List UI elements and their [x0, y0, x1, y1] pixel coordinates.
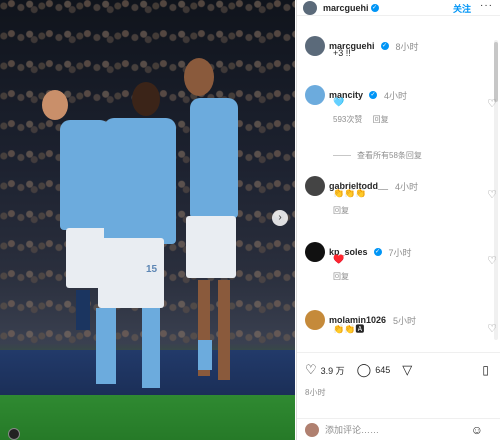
- caption-item: marcguehi ✓ 8小时 +3 !!: [305, 36, 485, 58]
- verified-icon: ✓: [370, 3, 379, 12]
- player-right-shirt: [190, 98, 238, 218]
- like-comment-icon[interactable]: ♡: [487, 322, 497, 335]
- comment-item: gabrieltodd__ 4小时 👏👏👏 回复 ♡: [305, 176, 497, 216]
- avatar: [305, 422, 319, 437]
- avatar[interactable]: [305, 36, 325, 56]
- avatar[interactable]: [305, 310, 325, 330]
- comment-time: 7小时: [388, 247, 412, 258]
- player-right-leg-right: [218, 280, 230, 380]
- reply-button[interactable]: 回复: [333, 272, 349, 281]
- tag-icon[interactable]: [8, 428, 20, 440]
- like-comment-icon[interactable]: ♡: [487, 188, 497, 201]
- player-middle-sock-left: [96, 308, 116, 384]
- player-middle-shorts: 15: [98, 238, 164, 308]
- heart-icon[interactable]: ♡: [305, 363, 317, 377]
- pitch: [0, 395, 295, 440]
- verified-icon: ✓: [373, 248, 382, 256]
- post-actions: ♡ 3.9 万 ◯ 645 ▽ ▯ 8小时: [297, 352, 500, 402]
- player-middle-head: [132, 82, 160, 116]
- comment-input[interactable]: 添加评论……: [325, 423, 379, 436]
- likes-count[interactable]: 3.9 万: [321, 364, 345, 377]
- comments-panel: marcguehi ✓ 关注 ··· marcguehi ✓ 8小时 +3 !!…: [296, 0, 500, 440]
- player-left-head: [42, 90, 68, 120]
- player-middle-shirt: [104, 118, 176, 244]
- avatar[interactable]: [305, 242, 325, 262]
- reply-button[interactable]: 回复: [373, 115, 389, 124]
- shorts-number: 15: [146, 264, 158, 275]
- emoji-icon[interactable]: ☺: [471, 423, 483, 437]
- follow-button[interactable]: 关注: [453, 2, 471, 15]
- comment-meta: 593次赞 回复: [333, 114, 485, 125]
- share-icon[interactable]: ▽: [402, 363, 412, 377]
- app-window: 15 › marcguehi ✓ 关注 ··· marcguehi ✓ 8小时 …: [0, 0, 500, 440]
- more-options-icon[interactable]: ···: [480, 0, 493, 11]
- comment-time: 4小时: [395, 181, 419, 192]
- avatar[interactable]: [305, 176, 325, 196]
- like-comment-icon[interactable]: ♡: [487, 97, 497, 110]
- like-comment-icon[interactable]: ♡: [487, 254, 497, 267]
- post-time: 8小时: [305, 388, 326, 397]
- comment-item: kp_soles ✓ 7小时 ♥️ 回复 ♡: [305, 242, 497, 282]
- verified-icon: ✓: [380, 42, 389, 50]
- player-right-shorts: [186, 216, 236, 278]
- comment-item: molamin1026 5小时 👏👏🅰 ♡: [305, 310, 497, 335]
- comment-likes[interactable]: 593次赞: [333, 115, 362, 124]
- comment-time: 4小时: [384, 90, 408, 101]
- avatar[interactable]: [303, 0, 317, 15]
- comment-icon[interactable]: ◯: [357, 363, 372, 377]
- avatar[interactable]: [305, 85, 325, 105]
- comment-time: 5小时: [393, 315, 417, 326]
- add-comment-bar: 添加评论…… ☺: [297, 418, 500, 440]
- bookmark-icon[interactable]: ▯: [482, 363, 489, 377]
- comment-item: mancity ✓ 4小时 🩵 593次赞 回复 ♡: [305, 85, 497, 125]
- post-header: marcguehi ✓ 关注 ···: [297, 0, 500, 16]
- comments-count[interactable]: 645: [375, 365, 390, 375]
- header-username[interactable]: marcguehi: [323, 3, 369, 13]
- player-right-sock: [198, 340, 212, 370]
- post-photo[interactable]: 15 ›: [0, 0, 295, 440]
- comment-time: 8小时: [395, 41, 419, 52]
- comment-meta: 回复: [333, 271, 485, 282]
- player-right-head: [184, 58, 214, 96]
- scrollbar-thumb[interactable]: [494, 42, 498, 102]
- verified-icon: ✓: [369, 91, 378, 99]
- player-left-sock: [76, 290, 90, 330]
- view-replies-button[interactable]: 查看所有58条回复: [333, 150, 422, 161]
- reply-button[interactable]: 回复: [333, 206, 349, 215]
- action-row: ♡ 3.9 万 ◯ 645 ▽: [305, 363, 412, 377]
- comment-meta: 回复: [333, 205, 485, 216]
- player-middle-sock-right: [142, 308, 160, 388]
- player-left-shirt: [60, 120, 110, 230]
- next-photo-button[interactable]: ›: [272, 210, 288, 226]
